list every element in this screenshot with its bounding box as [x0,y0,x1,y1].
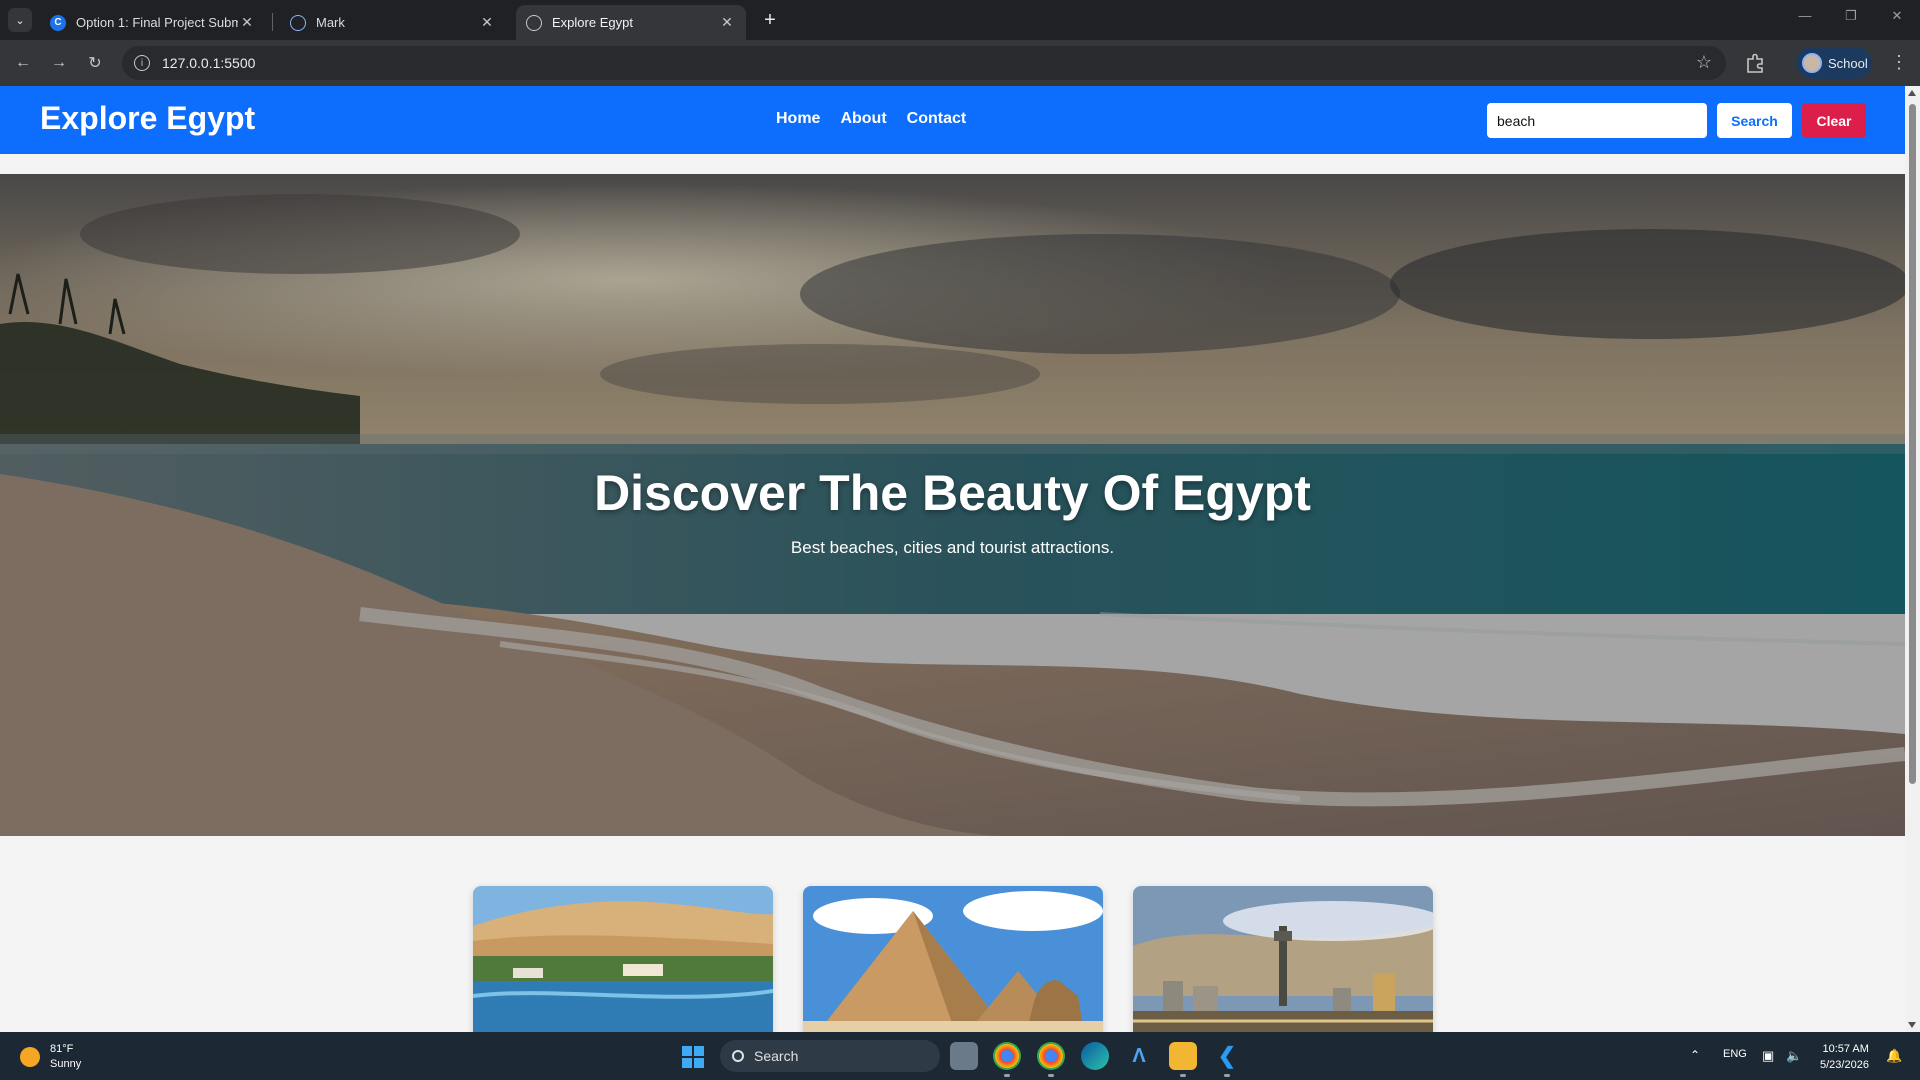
volume-icon[interactable]: 🔈 [1786,1048,1802,1064]
site-logo[interactable]: Explore Egypt [40,100,255,137]
restore-icon[interactable]: ❐ [1828,8,1874,24]
site-header: Explore Egypt Home About Contact Search … [0,86,1905,154]
notification-icon[interactable]: 🔔 [1886,1048,1902,1064]
profile-button[interactable]: School [1796,47,1872,79]
weather-temperature: 81°F [50,1043,74,1055]
page-viewport: Explore Egypt Home About Contact Search … [0,86,1905,1032]
browser-tab-strip: ⌄ C Option 1: Final Project Submiss ✕ Ma… [0,0,1920,40]
new-tab-plus-icon[interactable]: + [758,8,782,32]
scroll-up-arrow-icon[interactable] [1908,90,1916,96]
destination-card-aswan[interactable] [473,886,773,1032]
browser-toolbar: ← → ↻ i 127.0.0.1:5500 ☆ [0,40,1920,86]
close-tab-icon[interactable]: ✕ [238,14,256,31]
main-nav: Home About Contact [776,110,966,128]
windows-taskbar: 81°F Sunny Search Λ ❮ ⌃ ENG ▣ 🔈 10:57 AM… [0,1032,1920,1080]
system-clock[interactable]: 10:57 AM 5/23/2026 [1820,1041,1869,1073]
running-indicator [1048,1074,1054,1077]
hero-title: Discover The Beauty Of Egypt [594,465,1311,521]
running-indicator [1224,1074,1230,1077]
arc-a-icon[interactable]: Λ [1125,1042,1153,1070]
scroll-down-arrow-icon[interactable] [1908,1022,1916,1028]
clock-date: 5/23/2026 [1820,1059,1869,1071]
weather-widget[interactable]: 81°F Sunny [20,1042,81,1072]
close-tab-icon[interactable]: ✕ [478,14,496,31]
clock-time: 10:57 AM [1822,1043,1869,1055]
site-info-icon[interactable]: i [134,55,150,71]
weather-condition: Sunny [50,1058,82,1070]
profile-label: School [1828,55,1868,71]
extensions-puzzle-icon[interactable] [1744,52,1766,74]
file-explorer-icon[interactable] [1169,1042,1197,1070]
forward-arrow-icon[interactable]: → [48,52,70,74]
back-arrow-icon[interactable]: ← [12,52,34,74]
page-scrollbar[interactable] [1905,86,1920,1032]
chrome-profile-icon[interactable] [1037,1042,1065,1070]
tab-search-chevron-icon[interactable]: ⌄ [8,8,32,32]
minimize-icon[interactable]: — [1782,8,1828,23]
search-input[interactable] [1487,103,1707,138]
hero-subtitle: Best beaches, cities and tourist attract… [790,538,1115,557]
running-indicator [1180,1074,1186,1077]
vscode-icon[interactable]: ❮ [1213,1042,1241,1070]
destination-card-cairo[interactable] [1133,886,1433,1032]
tab-title: Explore Egypt [552,15,633,30]
browser-menu-icon[interactable]: ⋮ [1890,52,1908,73]
show-hidden-icons-chevron-icon[interactable]: ⌃ [1690,1048,1700,1062]
chrome-icon[interactable] [993,1042,1021,1070]
scrollbar-thumb[interactable] [1909,104,1916,784]
nav-link-about[interactable]: About [840,110,886,128]
clear-button[interactable]: Clear [1802,103,1866,138]
windows-start-icon[interactable] [682,1046,704,1068]
giza-pyramids-image [803,886,1103,1032]
destination-card-pyramids[interactable] [803,886,1103,1032]
address-bar[interactable]: i 127.0.0.1:5500 ☆ [122,46,1726,80]
url-text: 127.0.0.1:5500 [162,55,256,71]
bookmark-star-icon[interactable]: ☆ [1696,52,1712,73]
edge-icon[interactable] [1081,1042,1109,1070]
avatar [1802,53,1822,73]
canvas-favicon-icon: C [50,14,66,31]
search-icon [732,1050,744,1062]
network-icon[interactable]: ▣ [1762,1048,1774,1064]
tab-divider [272,13,273,31]
globe-favicon-icon [526,14,542,31]
cairo-tower-image [1133,886,1433,1032]
close-tab-icon[interactable]: ✕ [718,14,736,31]
hero-section: Discover The Beauty Of Egypt Best beache… [0,174,1905,836]
tab-title: Mark [316,15,345,30]
reload-icon[interactable]: ↻ [84,52,106,74]
tab-final-project[interactable]: C Option 1: Final Project Submiss ✕ [40,5,266,40]
language-indicator[interactable]: ENG [1723,1048,1747,1060]
search-button[interactable]: Search [1717,103,1792,138]
task-view-icon[interactable] [950,1042,978,1070]
globe-favicon-icon [290,14,306,31]
nav-link-contact[interactable]: Contact [907,110,967,128]
tab-mark[interactable]: Mark ✕ [280,5,506,40]
taskbar-search[interactable]: Search [720,1040,940,1072]
aswan-nile-image [473,886,773,1032]
taskbar-search-label: Search [754,1048,799,1064]
tab-explore-egypt[interactable]: Explore Egypt ✕ [516,5,746,40]
nav-link-home[interactable]: Home [776,110,820,128]
sun-icon [20,1047,40,1067]
close-window-icon[interactable]: ✕ [1874,8,1920,24]
tab-title: Option 1: Final Project Submiss [76,15,238,30]
running-indicator [1004,1074,1010,1077]
